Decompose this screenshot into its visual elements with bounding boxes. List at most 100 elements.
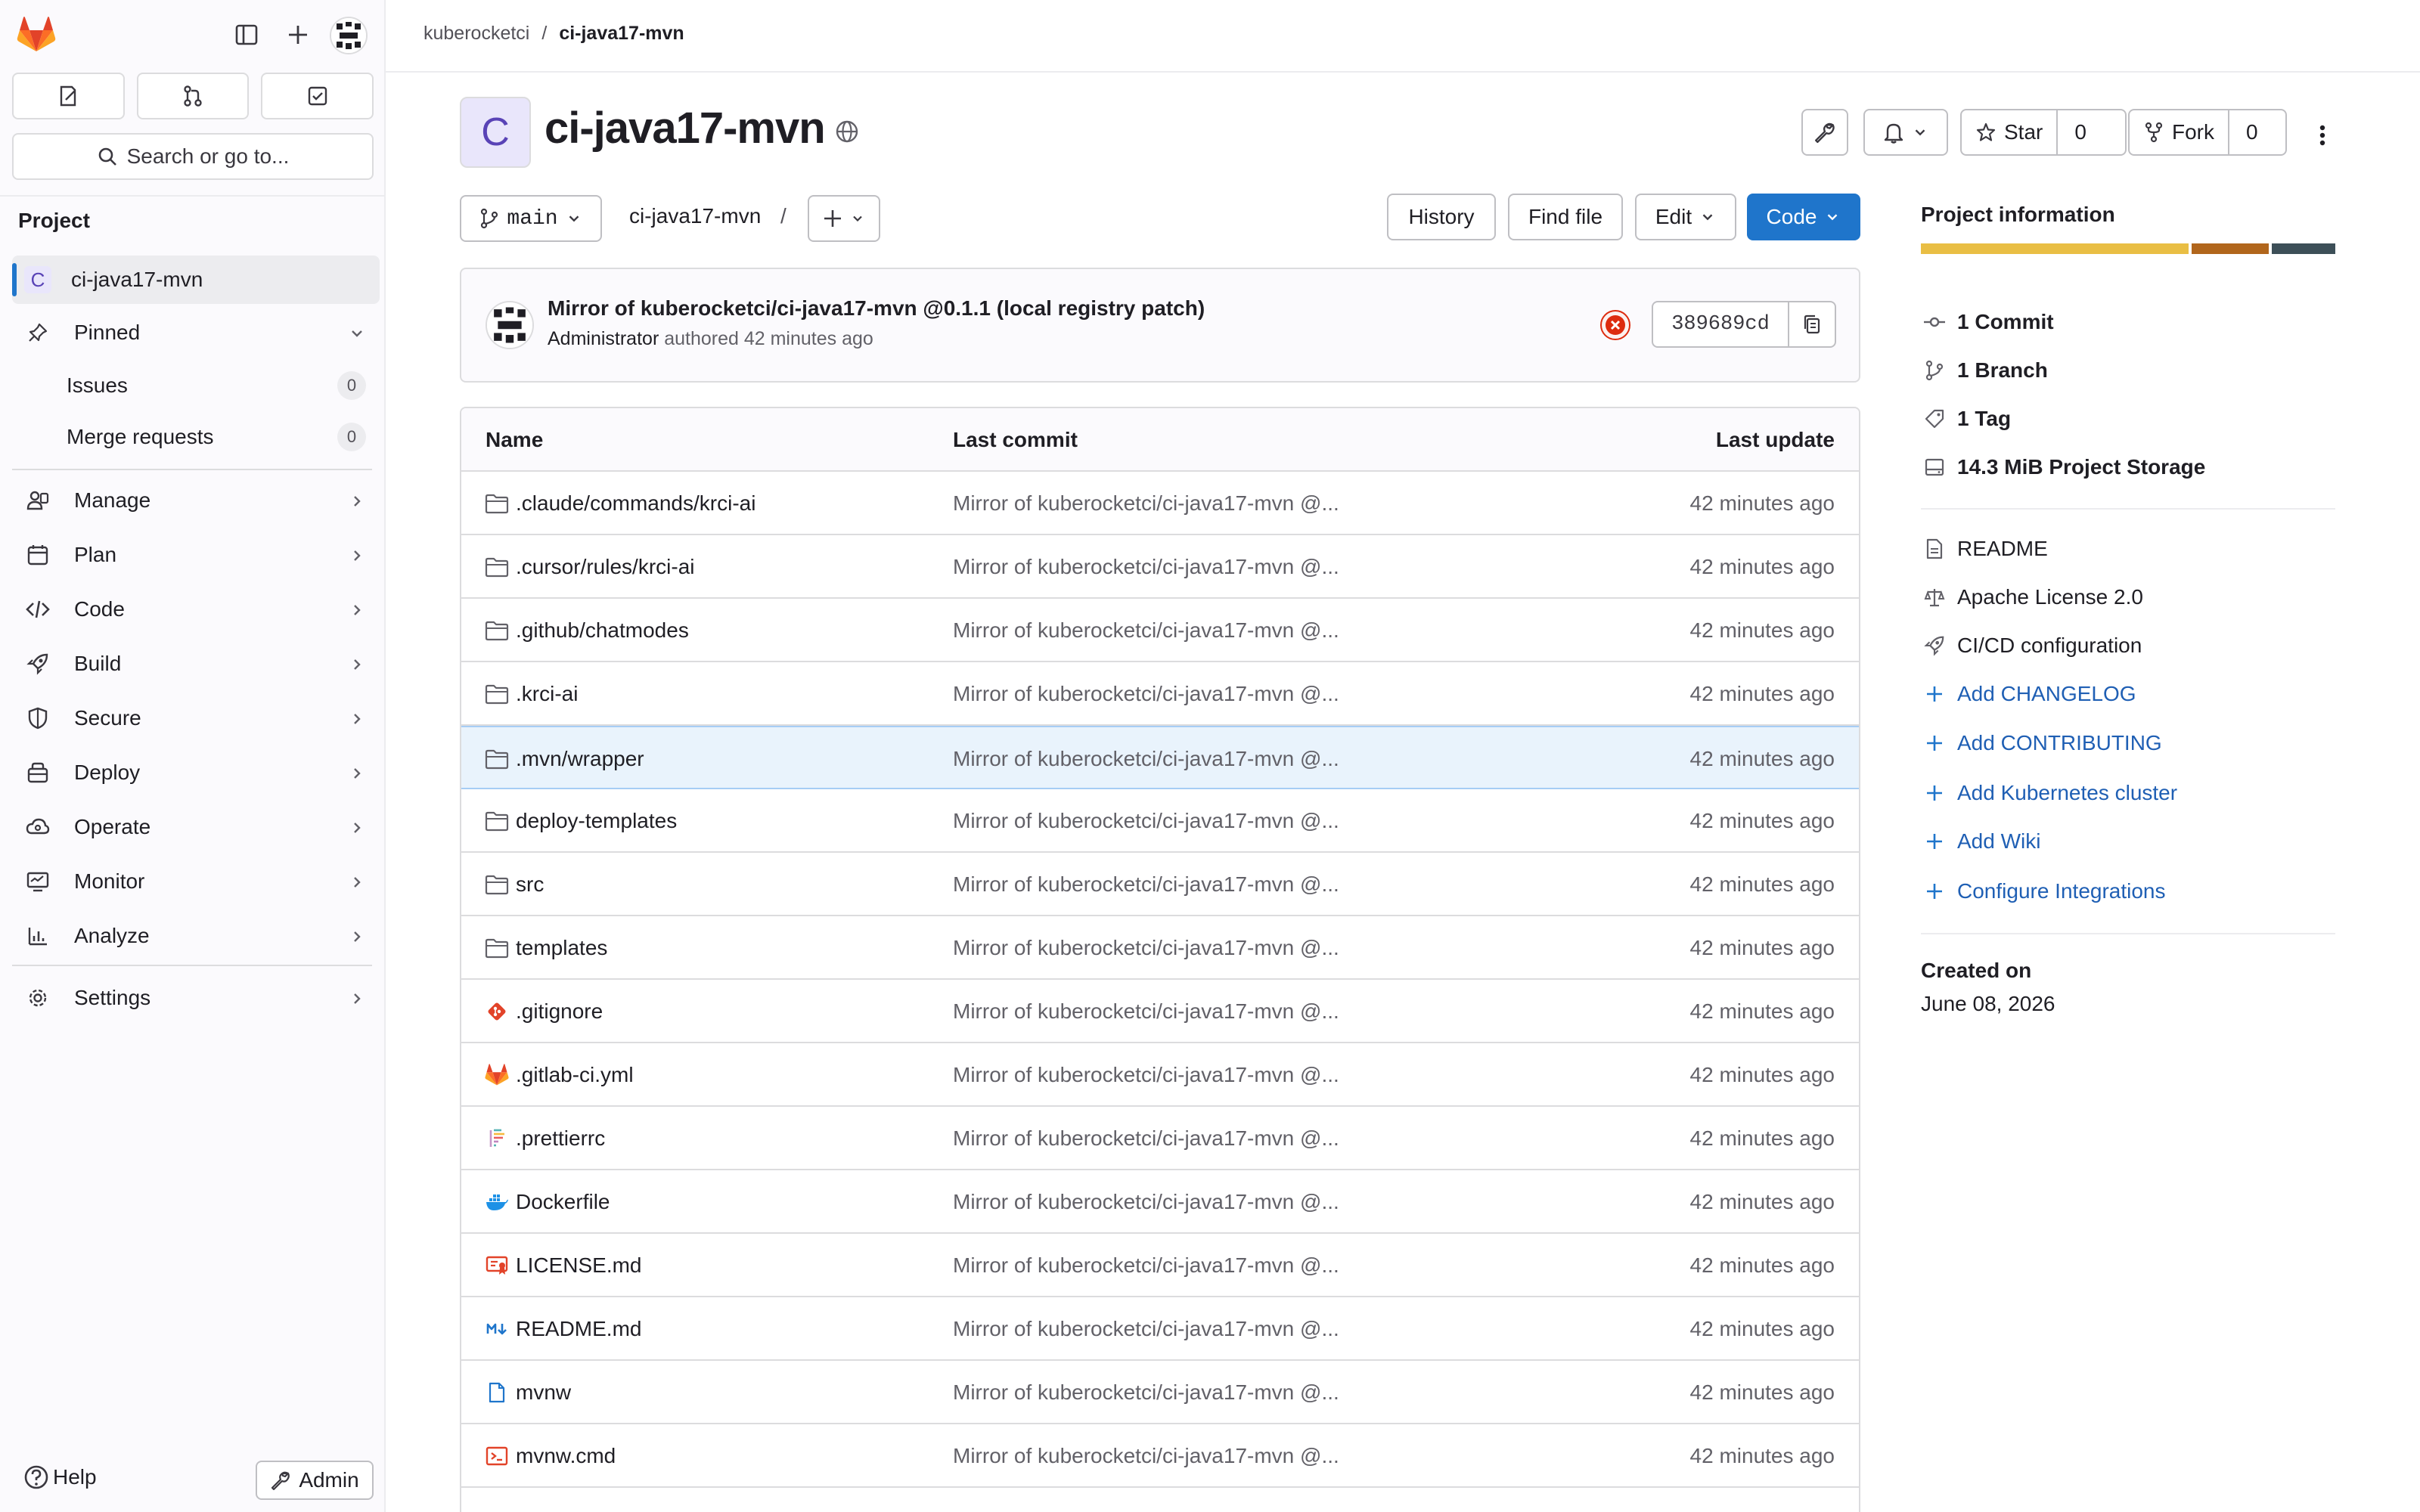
sidebar-item-code[interactable]: Code [12, 585, 380, 634]
table-row[interactable]: .prettierrc Mirror of kuberocketci/ci-jav… [461, 1107, 1859, 1170]
file-name-link[interactable]: .gitlab-ci.yml [516, 1063, 634, 1087]
file-name-link[interactable]: mvnw [516, 1380, 571, 1405]
star-count[interactable]: 0 [2056, 110, 2103, 154]
file-last-commit-link[interactable]: Mirror of kuberocketci/ci-java17-mvn @..… [953, 555, 1339, 579]
sidebar-item-pinned[interactable]: Pinned [12, 308, 380, 357]
file-last-commit-link[interactable]: Mirror of kuberocketci/ci-java17-mvn @..… [953, 1444, 1339, 1468]
toggle-sidebar-icon[interactable] [231, 20, 262, 50]
table-row[interactable]: README.md Mirror of kuberocketci/ci-java1… [461, 1297, 1859, 1361]
file-last-commit-link[interactable]: Mirror of kuberocketci/ci-java17-mvn @..… [953, 1380, 1339, 1405]
breadcrumb-project-link[interactable]: ci-java17-mvn [559, 23, 684, 45]
file-name-link[interactable]: mvnw.cmd [516, 1444, 616, 1468]
file-name-link[interactable]: .krci-ai [516, 682, 578, 706]
file-last-commit-link[interactable]: Mirror of kuberocketci/ci-java17-mvn @..… [953, 618, 1339, 643]
file-last-commit-link[interactable]: Mirror of kuberocketci/ci-java17-mvn @..… [953, 1253, 1339, 1278]
file-last-commit-link[interactable]: Mirror of kuberocketci/ci-java17-mvn @..… [953, 999, 1339, 1024]
commits-count-link[interactable]: 1 Commit [1921, 305, 2054, 339]
file-name-link[interactable]: README.md [516, 1317, 641, 1341]
add-contributing-link[interactable]: Add CONTRIBUTING [1921, 727, 2162, 760]
copy-sha-button[interactable] [1789, 302, 1835, 346]
branch-selector[interactable]: main [460, 195, 602, 242]
history-button[interactable]: History [1387, 194, 1496, 240]
table-row[interactable]: .mvn/wrapper Mirror of kuberocketci/ci-ja… [461, 726, 1859, 789]
notifications-button[interactable] [1863, 109, 1948, 156]
table-row[interactable]: templates Mirror of kuberocketci/ci-java1… [461, 916, 1859, 980]
readme-link[interactable]: README [1921, 532, 2048, 565]
commit-author-link[interactable]: Administrator [548, 328, 659, 349]
table-row[interactable]: .claude/commands/krci-ai Mirror of kubero… [461, 472, 1859, 535]
file-last-commit-link[interactable]: Mirror of kuberocketci/ci-java17-mvn @..… [953, 682, 1339, 706]
file-name-link[interactable]: .claude/commands/krci-ai [516, 491, 755, 516]
sidebar-item-monitor[interactable]: Monitor [12, 857, 380, 906]
create-new-icon[interactable] [283, 20, 313, 50]
project-settings-button[interactable] [1801, 109, 1848, 156]
fork-count[interactable]: 0 [2228, 110, 2275, 154]
issues-tab-icon[interactable] [12, 73, 125, 119]
table-row[interactable]: Dockerfile Mirror of kuberocketci/ci-java… [461, 1170, 1859, 1234]
sidebar-item-analyze[interactable]: Analyze [12, 912, 380, 960]
add-changelog-link[interactable]: Add CHANGELOG [1921, 677, 2136, 711]
breadcrumb-group-link[interactable]: kuberocketci [424, 23, 529, 45]
table-row[interactable]: .gitlab-ci.yml Mirror of kuberocketci/ci-… [461, 1043, 1859, 1107]
edit-dropdown-button[interactable]: Edit [1635, 194, 1736, 240]
add-kubernetes-link[interactable]: Add Kubernetes cluster [1921, 776, 2177, 810]
pipeline-failed-icon[interactable] [1599, 308, 1632, 342]
help-button[interactable]: Help [23, 1464, 97, 1491]
commit-sha-link[interactable]: 389689cd [1653, 302, 1789, 346]
sidebar-item-project[interactable]: C ci-java17-mvn [12, 256, 380, 304]
tags-count-link[interactable]: 1 Tag [1921, 402, 2011, 435]
table-row[interactable]: src Mirror of kuberocketci/ci-java17-mvn … [461, 853, 1859, 916]
file-name-link[interactable]: deploy-templates [516, 809, 677, 833]
file-last-commit-link[interactable]: Mirror of kuberocketci/ci-java17-mvn @..… [953, 1317, 1339, 1341]
sidebar-item-build[interactable]: Build [12, 640, 380, 688]
sidebar-item-operate[interactable]: Operate [12, 803, 380, 851]
gitlab-logo-icon[interactable] [17, 17, 56, 53]
file-last-commit-link[interactable]: Mirror of kuberocketci/ci-java17-mvn @..… [953, 1063, 1339, 1087]
sidebar-item-secure[interactable]: Secure [12, 694, 380, 742]
user-avatar[interactable] [330, 17, 368, 54]
table-row[interactable]: .gitignore Mirror of kuberocketci/ci-java… [461, 980, 1859, 1043]
add-wiki-link[interactable]: Add Wiki [1921, 825, 2040, 858]
file-name-link[interactable]: .mvn/wrapper [516, 747, 644, 771]
admin-button[interactable]: Admin [256, 1461, 374, 1500]
find-file-button[interactable]: Find file [1508, 194, 1623, 240]
file-name-link[interactable]: templates [516, 936, 607, 960]
commit-title-link[interactable]: Mirror of kuberocketci/ci-java17-mvn @0.… [548, 296, 1205, 321]
sidebar-item-plan[interactable]: Plan [12, 531, 380, 579]
fork-button[interactable]: Fork 0 [2128, 109, 2287, 156]
repo-path-link[interactable]: ci-java17-mvn [629, 204, 761, 228]
file-name-link[interactable]: Dockerfile [516, 1190, 610, 1214]
table-row[interactable]: .krci-ai Mirror of kuberocketci/ci-java17… [461, 662, 1859, 726]
file-name-link[interactable]: LICENSE.md [516, 1253, 642, 1278]
search-button[interactable]: Search or go to... [12, 133, 374, 180]
file-name-link[interactable]: .github/chatmodes [516, 618, 689, 643]
branches-count-link[interactable]: 1 Branch [1921, 354, 2048, 387]
file-last-commit-link[interactable]: Mirror of kuberocketci/ci-java17-mvn @..… [953, 872, 1339, 897]
merge-requests-tab-icon[interactable] [136, 73, 250, 119]
sidebar-pinned-merge-requests[interactable]: Merge requests 0 [67, 414, 377, 460]
sidebar-item-deploy[interactable]: Deploy [12, 748, 380, 797]
sidebar-pinned-issues[interactable]: Issues 0 [67, 363, 377, 408]
todo-tab-icon[interactable] [261, 73, 374, 119]
table-row[interactable]: .github/chatmodes Mirror of kuberocketci/… [461, 599, 1859, 662]
license-link[interactable]: Apache License 2.0 [1921, 581, 2143, 614]
file-last-commit-link[interactable]: Mirror of kuberocketci/ci-java17-mvn @..… [953, 936, 1339, 960]
cicd-config-link[interactable]: CI/CD configuration [1921, 629, 2142, 662]
star-button[interactable]: Star 0 [1960, 109, 2127, 156]
code-dropdown-button[interactable]: Code [1747, 194, 1860, 240]
storage-link[interactable]: 14.3 MiB Project Storage [1921, 451, 2205, 484]
file-last-commit-link[interactable]: Mirror of kuberocketci/ci-java17-mvn @..… [953, 491, 1339, 516]
file-last-commit-link[interactable]: Mirror of kuberocketci/ci-java17-mvn @..… [953, 809, 1339, 833]
file-last-commit-link[interactable]: Mirror of kuberocketci/ci-java17-mvn @..… [953, 747, 1339, 771]
add-to-tree-button[interactable] [808, 195, 880, 242]
configure-integrations-link[interactable]: Configure Integrations [1921, 875, 2166, 908]
table-row[interactable]: mvnw Mirror of kuberocketci/ci-java17-mvn… [461, 1361, 1859, 1424]
file-last-commit-link[interactable]: Mirror of kuberocketci/ci-java17-mvn @..… [953, 1190, 1339, 1214]
file-name-link[interactable]: .prettierrc [516, 1126, 605, 1151]
table-row[interactable]: mvnw.cmd Mirror of kuberocketci/ci-java17… [461, 1424, 1859, 1488]
table-row[interactable]: LICENSE.md Mirror of kuberocketci/ci-java… [461, 1234, 1859, 1297]
commit-author-avatar[interactable] [486, 301, 534, 349]
file-name-link[interactable]: .gitignore [516, 999, 603, 1024]
sidebar-item-settings[interactable]: Settings [12, 974, 380, 1022]
file-name-link[interactable]: .cursor/rules/krci-ai [516, 555, 694, 579]
